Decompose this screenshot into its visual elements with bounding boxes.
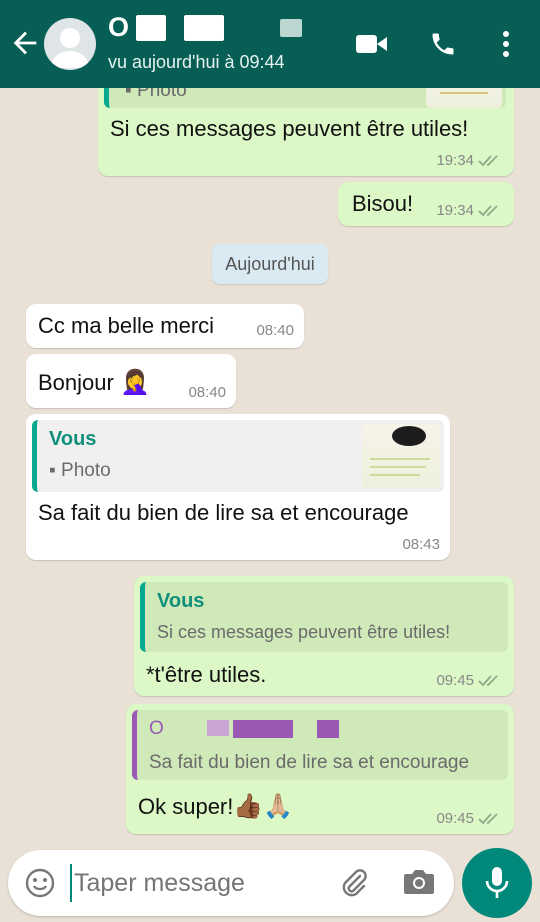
- message-meta: 09:45: [436, 672, 502, 689]
- message-incoming[interactable]: Vous ▪ Photo Sa fait du bien de lire sa …: [26, 414, 450, 560]
- quoted-reply[interactable]: Vous ▪ Photo: [32, 420, 444, 492]
- redacted-block: [207, 720, 229, 736]
- read-ticks-icon: [478, 154, 498, 166]
- last-seen-status: vu aujourd'hui à 09:44: [108, 52, 285, 72]
- message-time: 09:45: [436, 810, 474, 827]
- message-meta: 09:45: [436, 810, 502, 827]
- emoji-icon[interactable]: [24, 867, 56, 899]
- message-meta: 19:34: [436, 202, 502, 219]
- message-time: 08:43: [402, 536, 440, 553]
- redacted-block: [183, 14, 224, 41]
- redacted-block: [135, 14, 166, 41]
- message-time: 19:34: [436, 202, 474, 219]
- message-time: 09:45: [436, 672, 474, 689]
- message-text: Bonjour 🤦‍♀️: [38, 368, 150, 397]
- message-outgoing[interactable]: O Sa fait du bien de lire sa et encourag…: [126, 704, 514, 834]
- message-text: Si ces messages peuvent être utiles!: [110, 116, 469, 141]
- photo-thumbnail: [426, 88, 502, 108]
- message-input[interactable]: [70, 864, 310, 902]
- quoted-reply[interactable]: ▪ Photo: [104, 88, 506, 108]
- redacted-block: [317, 720, 339, 738]
- message-time: 08:40: [256, 322, 294, 339]
- read-ticks-icon: [478, 812, 498, 824]
- message-outgoing[interactable]: Bisou! 19:34: [338, 182, 514, 226]
- microphone-icon: [485, 867, 509, 898]
- message-composer: [8, 850, 454, 916]
- contact-name[interactable]: O: [108, 12, 302, 43]
- message-time: 08:40: [188, 384, 226, 401]
- quote-text: Sa fait du bien de lire sa et encourage: [149, 752, 470, 773]
- message-text: Cc ma belle merci: [38, 313, 215, 338]
- message-outgoing[interactable]: Vous Si ces messages peuvent être utiles…: [134, 576, 514, 696]
- quote-author: Vous: [157, 590, 205, 612]
- date-separator: Aujourd'hui: [212, 244, 328, 284]
- message-text: *t'être utiles.: [146, 662, 267, 687]
- read-ticks-icon: [478, 674, 498, 686]
- message-text: Ok super!👍🏾🙏🏼: [138, 792, 293, 821]
- photo-thumbnail: [362, 424, 440, 488]
- message-text-body: Bonjour: [38, 370, 114, 395]
- attach-icon[interactable]: [338, 867, 370, 899]
- message-time: 19:34: [436, 152, 474, 169]
- quote-text: Si ces messages peuvent être utiles!: [157, 622, 451, 642]
- redacted-block: [279, 18, 302, 37]
- voice-record-button[interactable]: [462, 848, 532, 918]
- message-text: Bisou!: [352, 191, 414, 216]
- video-call-icon[interactable]: [354, 28, 390, 60]
- quoted-reply[interactable]: O Sa fait du bien de lire sa et encourag…: [132, 710, 508, 780]
- quote-photo-label: ▪ Photo: [49, 460, 111, 481]
- quoted-reply[interactable]: Vous Si ces messages peuvent être utiles…: [140, 582, 508, 652]
- thumbs-up-pray-emoji: 👍🏾🙏🏼: [233, 793, 294, 820]
- quote-photo-label: ▪ Photo: [125, 88, 187, 101]
- back-arrow-icon[interactable]: [8, 26, 42, 60]
- redacted-block: [233, 720, 293, 738]
- phone-icon[interactable]: [426, 28, 460, 60]
- read-ticks-icon: [478, 204, 498, 216]
- camera-icon[interactable]: [402, 867, 436, 899]
- message-incoming[interactable]: Bonjour 🤦‍♀️ 08:40: [26, 354, 236, 408]
- facepalm-emoji: 🤦‍♀️: [119, 369, 150, 396]
- message-list[interactable]: ▪ Photo Si ces messages peuvent être uti…: [0, 88, 540, 850]
- contact-initial: O: [108, 12, 130, 42]
- message-text: Sa fait du bien de lire sa et encourage: [38, 500, 409, 525]
- chat-header: O vu aujourd'hui à 09:44: [0, 0, 540, 88]
- message-outgoing[interactable]: ▪ Photo Si ces messages peuvent être uti…: [98, 88, 514, 176]
- more-vert-icon[interactable]: [494, 28, 518, 60]
- message-text-body: Ok super!: [138, 794, 234, 819]
- message-incoming[interactable]: Cc ma belle merci 08:40: [26, 304, 304, 348]
- contact-avatar[interactable]: [44, 18, 96, 70]
- quote-author: O: [149, 718, 164, 739]
- quote-author: Vous: [49, 428, 97, 450]
- message-meta: 19:34: [436, 152, 502, 169]
